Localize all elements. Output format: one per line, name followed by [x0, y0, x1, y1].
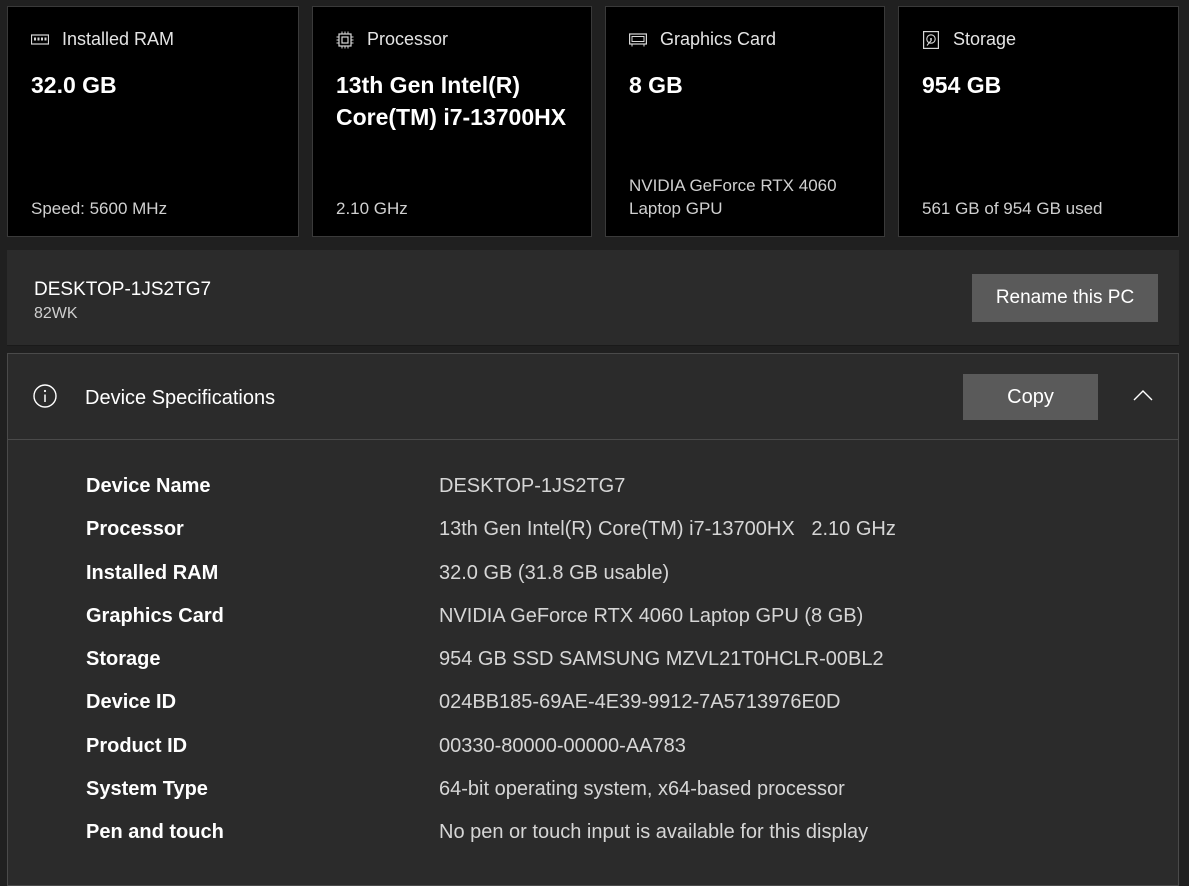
hardware-summary-cards: Installed RAM 32.0 GB Speed: 5600 MHz Pr… — [7, 6, 1179, 239]
spec-row-storage: Storage 954 GB SSD SAMSUNG MZVL21T0HCLR-… — [86, 648, 1178, 691]
graphics-card-icon — [629, 31, 647, 49]
spec-label: Device ID — [86, 691, 177, 714]
pc-name-bar: DESKTOP-1JS2TG7 82WK Rename this PC — [7, 250, 1179, 346]
spec-label: Graphics Card — [86, 604, 224, 627]
card-title: Storage — [953, 29, 1017, 49]
spec-value: No pen or touch input is available for t… — [439, 821, 869, 844]
spec-value: 954 GB SSD SAMSUNG MZVL21T0HCLR-00BL2 — [439, 648, 884, 671]
spec-row-device-id: Device ID 024BB185-69AE-4E39-9912-7A5713… — [86, 691, 1178, 734]
card-footer: Speed: 5600 MHz — [31, 199, 168, 218]
spec-value: 00330-80000-00000-AA783 — [439, 734, 686, 757]
spec-value: DESKTOP-1JS2TG7 — [439, 475, 626, 497]
spec-label: Product ID — [86, 734, 188, 757]
card-value: 32.0 GB — [31, 72, 117, 98]
card-graphics: Graphics Card 8 GB NVIDIA GeForce RTX 40… — [605, 6, 885, 237]
spec-label: System Type — [86, 778, 208, 801]
pc-model: 82WK — [34, 305, 78, 322]
card-footer: NVIDIA GeForce RTX 4060 Laptop GPU — [629, 176, 837, 218]
card-header: Graphics Card — [629, 29, 776, 50]
spec-label: Processor — [86, 518, 184, 541]
card-storage: Storage 954 GB 561 GB of 954 GB used — [898, 6, 1179, 237]
card-title: Installed RAM — [62, 29, 175, 49]
chevron-up-icon[interactable] — [1132, 385, 1154, 407]
pc-name: DESKTOP-1JS2TG7 — [34, 279, 212, 300]
card-value: 8 GB — [629, 72, 683, 98]
card-header: Installed RAM — [31, 29, 174, 50]
device-specifications-panel: Device Specifications Copy Device Name D… — [7, 353, 1179, 886]
card-footer: 2.10 GHz — [336, 199, 408, 218]
spec-row-installed-ram: Installed RAM 32.0 GB (31.8 GB usable) — [86, 562, 1178, 605]
spec-row-product-id: Product ID 00330-80000-00000-AA783 — [86, 735, 1178, 778]
copy-button[interactable]: Copy — [963, 374, 1098, 420]
spec-label: Installed RAM — [86, 561, 219, 584]
spec-value: 32.0 GB (31.8 GB usable) — [439, 561, 670, 584]
card-header: Storage — [922, 29, 1016, 50]
spec-value: 024BB185-69AE-4E39-9912-7A5713976E0D — [439, 691, 841, 714]
spec-label: Device Name — [86, 475, 211, 497]
section-title: Device Specifications — [85, 387, 276, 409]
rename-pc-button[interactable]: Rename this PC — [972, 274, 1158, 322]
card-installed-ram: Installed RAM 32.0 GB Speed: 5600 MHz — [7, 6, 299, 237]
storage-icon — [922, 30, 940, 49]
spec-row-processor: Processor 13th Gen Intel(R) Core(TM) i7-… — [86, 518, 1178, 561]
spec-row-graphics-card: Graphics Card NVIDIA GeForce RTX 4060 La… — [86, 605, 1178, 648]
info-icon — [33, 384, 57, 408]
spec-value: 64-bit operating system, x64-based proce… — [439, 778, 845, 801]
ram-icon — [31, 31, 49, 49]
spec-value: 13th Gen Intel(R) Core(TM) i7-13700HX 2.… — [439, 518, 896, 541]
card-header: Processor — [336, 29, 448, 50]
spec-row-pen-and-touch: Pen and touch No pen or touch input is a… — [86, 821, 1178, 864]
card-footer: 561 GB of 954 GB used — [922, 199, 1103, 218]
spec-value: NVIDIA GeForce RTX 4060 Laptop GPU (8 GB… — [439, 604, 864, 627]
spec-label: Pen and touch — [86, 821, 224, 844]
card-value: 13th Gen Intel(R) Core(TM) i7-13700HX — [336, 72, 567, 130]
card-title: Processor — [367, 29, 449, 49]
spec-label: Storage — [86, 648, 161, 671]
device-specifications-header[interactable]: Device Specifications Copy — [8, 354, 1178, 440]
processor-icon — [336, 31, 354, 49]
card-processor: Processor 13th Gen Intel(R) Core(TM) i7-… — [312, 6, 592, 237]
card-value: 954 GB — [922, 72, 1002, 98]
card-title: Graphics Card — [660, 29, 777, 49]
spec-row-device-name: Device Name DESKTOP-1JS2TG7 — [86, 475, 1178, 518]
spec-row-system-type: System Type 64-bit operating system, x64… — [86, 778, 1178, 821]
spec-list: Device Name DESKTOP-1JS2TG7 Processor 13… — [86, 475, 1178, 865]
